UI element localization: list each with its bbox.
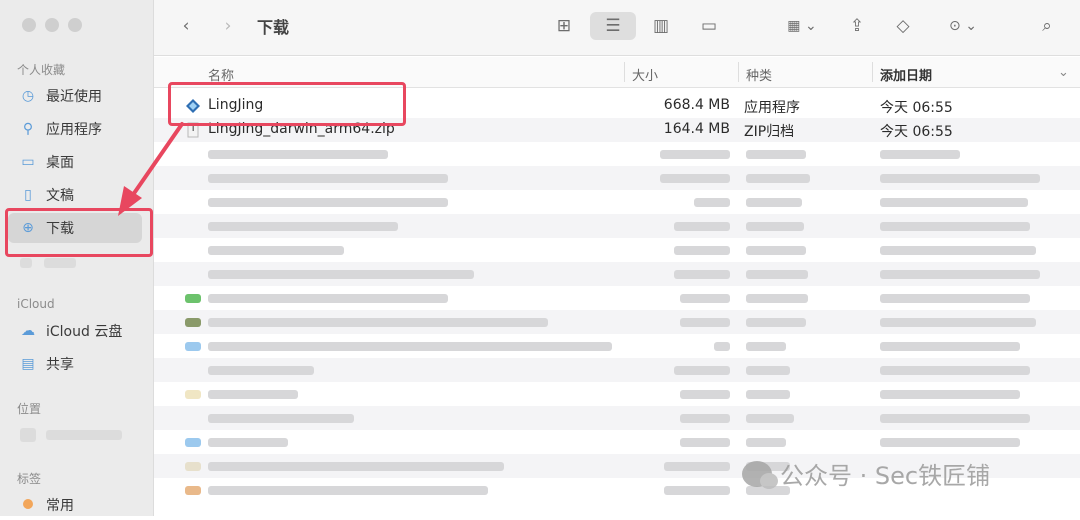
zoom-window-button[interactable]	[68, 18, 82, 32]
icon-view-icon[interactable]: ⊞	[550, 12, 578, 40]
file-list: LingJing 668.4 MB 应用程序 今天 06:55 LingJing…	[154, 94, 1080, 516]
highlight-box-lingjing	[168, 82, 406, 126]
sidebar-item-label: 最近使用	[46, 89, 102, 105]
watermark-text: 公众号 · Sec铁匠铺	[780, 462, 991, 490]
locations-header: 位置	[17, 402, 42, 416]
tag-icon[interactable]: ◇	[890, 12, 916, 40]
favorites-header: 个人收藏	[17, 63, 66, 77]
back-icon[interactable]: ‹	[174, 12, 198, 40]
gallery-view-icon[interactable]: ▭	[694, 12, 724, 40]
file-size: 164.4 MB	[663, 121, 730, 137]
sidebar-item-label: 文稿	[46, 188, 74, 204]
clock-icon: ◷	[21, 88, 35, 104]
apps-icon: ⚲	[22, 121, 34, 137]
blurred-sidebar-label	[44, 258, 76, 268]
column-separator	[624, 62, 625, 82]
wechat-logo-icon	[742, 460, 778, 489]
blurred-row[interactable]	[154, 262, 1080, 286]
column-size-header[interactable]: 大小	[632, 65, 658, 84]
blurred-row[interactable]	[154, 166, 1080, 190]
group-icon[interactable]: ▦ ⌄	[778, 12, 826, 40]
sidebar-item-icloud-drive[interactable]: ☁ iCloud 云盘	[8, 316, 142, 346]
blurred-row[interactable]	[154, 142, 1080, 166]
column-view-icon[interactable]: ▥	[646, 12, 676, 40]
column-separator	[872, 62, 873, 82]
desktop-icon: ▭	[21, 154, 35, 170]
blurred-location-icon	[20, 428, 36, 442]
file-date: 今天 06:55	[880, 124, 953, 140]
blurred-row[interactable]	[154, 238, 1080, 262]
sidebar-item-label: iCloud 云盘	[46, 324, 123, 340]
blurred-row[interactable]	[154, 214, 1080, 238]
blurred-row[interactable]	[154, 406, 1080, 430]
blurred-sidebar-icon	[20, 258, 32, 268]
blurred-row[interactable]	[154, 286, 1080, 310]
blurred-location-label	[46, 430, 122, 440]
toolbar: ‹ › 下载 ⊞ ☰ ▥ ▭ ▦ ⌄ ⇪ ◇ ⊙ ⌄ ⌕	[154, 0, 1080, 56]
blurred-row[interactable]	[154, 430, 1080, 454]
blurred-row[interactable]	[154, 310, 1080, 334]
minimize-window-button[interactable]	[45, 18, 59, 32]
file-kind: 应用程序	[744, 100, 800, 116]
close-window-button[interactable]	[22, 18, 36, 32]
window-controls	[22, 18, 82, 32]
sidebar-item-shared[interactable]: ▤ 共享	[8, 349, 142, 379]
tags-header: 标签	[17, 472, 42, 486]
cloud-icon: ☁	[21, 323, 35, 339]
sidebar-item-label: 应用程序	[46, 122, 102, 138]
file-size: 668.4 MB	[663, 97, 730, 113]
sidebar-item-label: 常用	[46, 498, 74, 514]
sidebar: 个人收藏 ◷ 最近使用 ⚲ 应用程序 ▭ 桌面 ▯ 文稿 ⊕ 下载 iCloud…	[0, 0, 154, 516]
column-separator	[738, 62, 739, 82]
watermark: 公众号 · Sec铁匠铺	[742, 456, 990, 491]
blurred-row[interactable]	[154, 382, 1080, 406]
annotation-arrow-icon	[118, 122, 184, 216]
icloud-header: iCloud	[17, 297, 55, 311]
shared-folder-icon: ▤	[21, 356, 35, 372]
blurred-row[interactable]	[154, 190, 1080, 214]
sidebar-item-recents[interactable]: ◷ 最近使用	[8, 81, 142, 111]
sidebar-item-label: 桌面	[46, 155, 74, 171]
tag-dot-icon	[18, 497, 38, 513]
sidebar-item-label: 共享	[46, 357, 74, 373]
sort-chevron-icon[interactable]: ⌄	[1058, 65, 1069, 80]
list-view-icon[interactable]: ☰	[590, 12, 636, 40]
document-icon: ▯	[24, 187, 32, 203]
file-date: 今天 06:55	[880, 100, 953, 116]
window-title: 下载	[257, 18, 290, 37]
blurred-row[interactable]	[154, 358, 1080, 382]
more-icon[interactable]: ⊙ ⌄	[940, 12, 986, 40]
file-kind: ZIP归档	[744, 124, 795, 140]
column-date-header[interactable]: 添加日期	[880, 65, 932, 84]
forward-icon[interactable]: ›	[216, 12, 240, 40]
blurred-row[interactable]	[154, 334, 1080, 358]
search-icon[interactable]: ⌕	[1034, 12, 1060, 40]
column-kind-header[interactable]: 种类	[746, 65, 772, 84]
share-icon[interactable]: ⇪	[844, 12, 870, 40]
